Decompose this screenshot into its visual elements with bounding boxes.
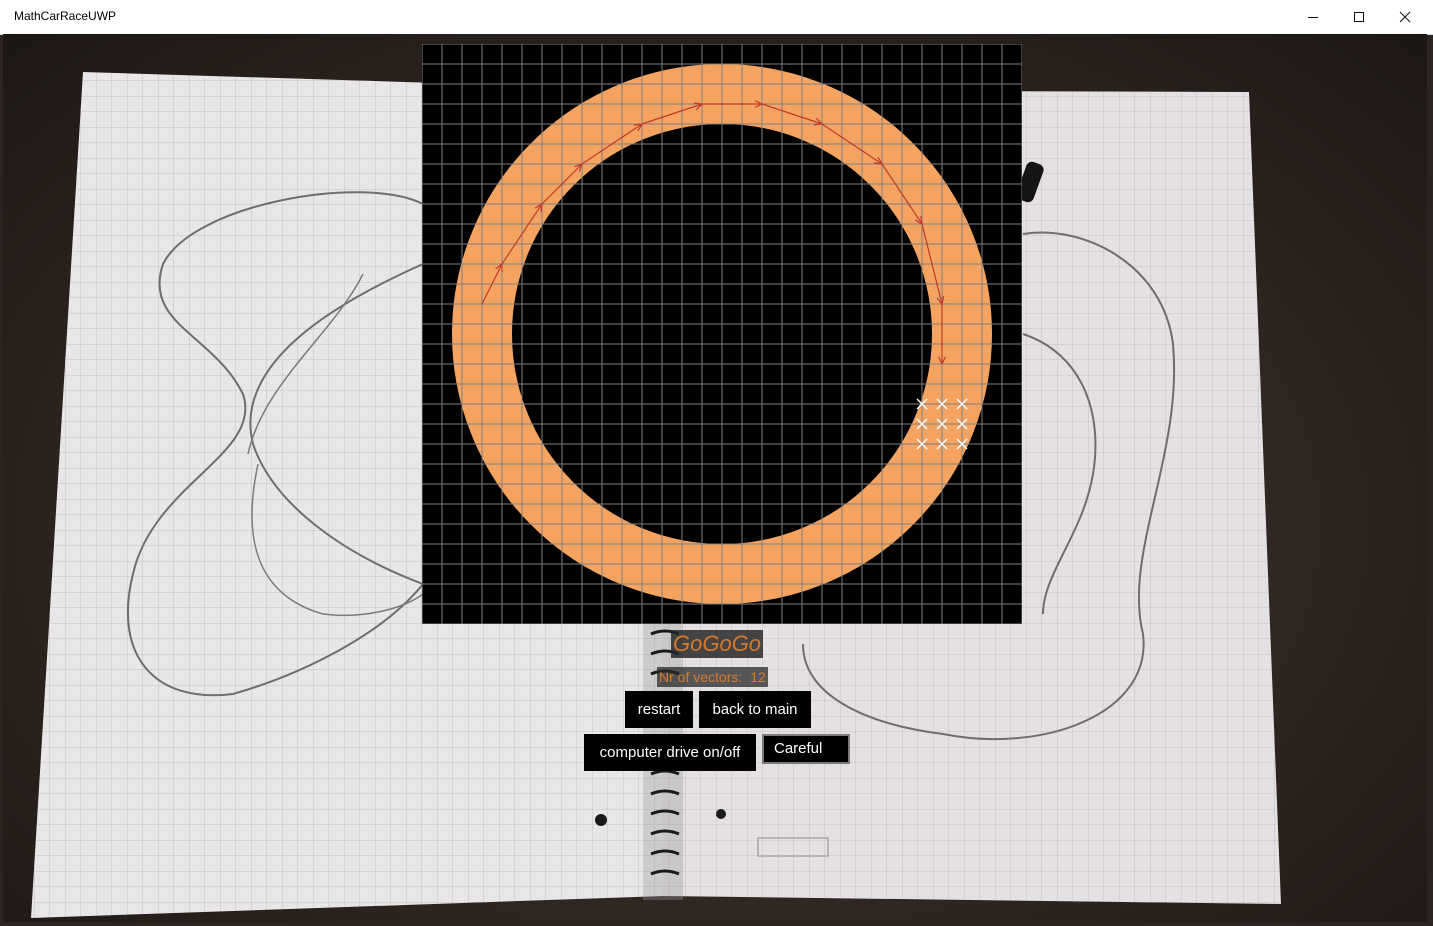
minimize-icon	[1308, 17, 1318, 18]
minimize-button[interactable]	[1290, 0, 1336, 34]
restart-button[interactable]: restart	[625, 691, 693, 728]
window-title: MathCarRaceUWP	[14, 9, 117, 23]
back-to-main-button[interactable]: back to main	[699, 691, 811, 728]
close-icon	[1399, 11, 1411, 23]
driving-mode-select[interactable]: Careful	[762, 734, 850, 764]
app-window: MathCarRaceUWP GoGoGo Nr of vectors: 12 …	[0, 0, 1433, 926]
vector-counter-value: 12	[750, 669, 766, 685]
maximize-icon	[1354, 12, 1364, 22]
computer-drive-toggle-button[interactable]: computer drive on/off	[584, 734, 756, 771]
game-status-title: GoGoGo	[671, 630, 764, 658]
vector-counter-label: Nr of vectors:	[659, 669, 743, 685]
vector-counter: Nr of vectors: 12	[657, 667, 768, 687]
app-content: GoGoGo Nr of vectors: 12 restart back to …	[3, 34, 1427, 922]
maximize-button[interactable]	[1336, 0, 1382, 34]
title-bar: MathCarRaceUWP	[0, 0, 1433, 35]
close-button[interactable]	[1382, 0, 1428, 34]
race-track-canvas[interactable]	[422, 44, 1022, 624]
